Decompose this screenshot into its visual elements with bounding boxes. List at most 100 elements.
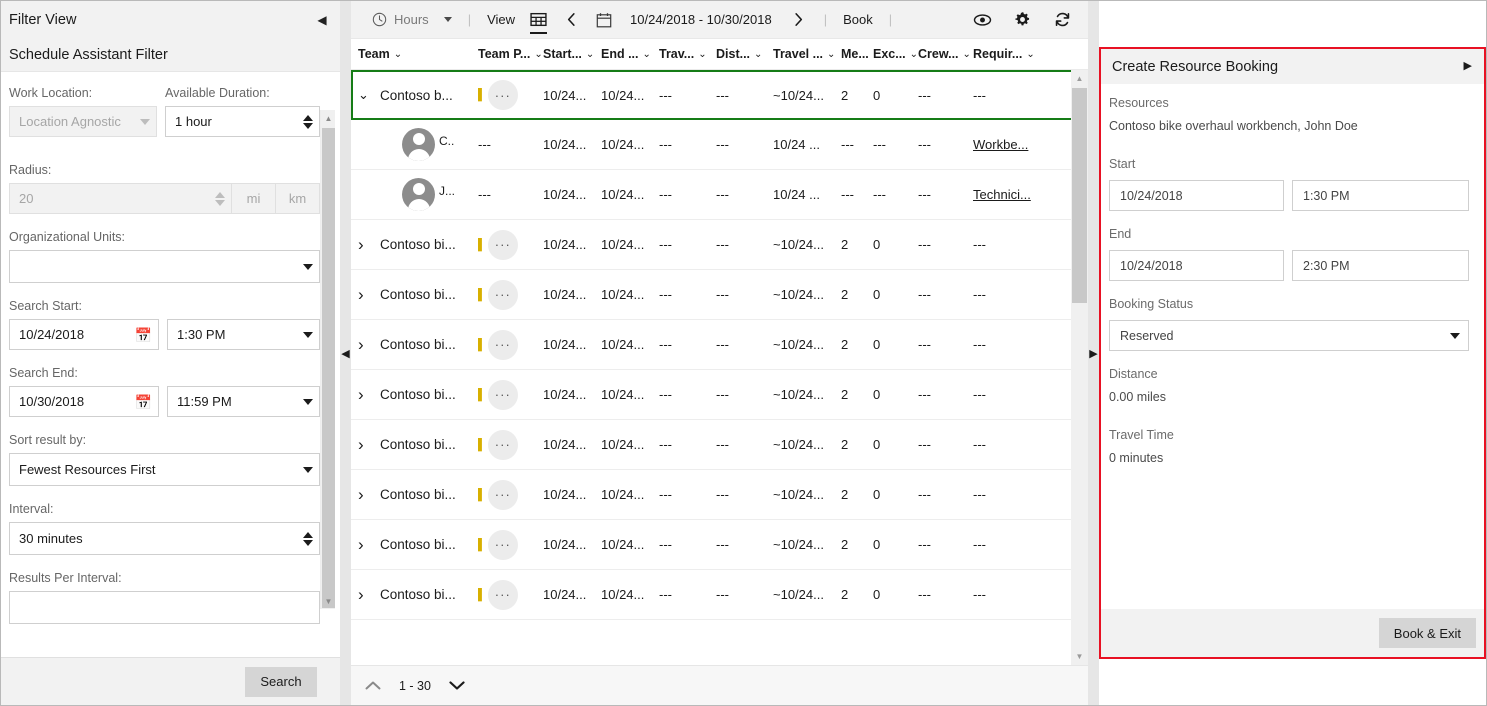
gear-icon[interactable]: [1002, 1, 1042, 39]
table-row[interactable]: › Contoso bi... ▌ ··· 10/24... 10/24... --- ---…: [351, 220, 1088, 270]
column-header-start[interactable]: Start... ⌄: [543, 47, 601, 61]
table-row-child[interactable]: C.. --- 10/24... 10/24... --- --- 10/24 …: [351, 120, 1088, 170]
cell-requirements-link[interactable]: Workbe...: [973, 137, 1033, 152]
table-scrollbar[interactable]: ▲ ▼: [1071, 70, 1088, 665]
scroll-up-icon[interactable]: ▲: [321, 110, 336, 126]
chevron-right-icon[interactable]: ›: [358, 235, 380, 255]
booking-start-date-input[interactable]: 10/24/2018: [1109, 180, 1284, 211]
chevron-right-icon[interactable]: ▶: [1464, 61, 1472, 72]
stepper-arrows-icon[interactable]: [303, 531, 313, 546]
calendar-icon[interactable]: 📅: [135, 395, 152, 409]
chevron-right-icon[interactable]: ›: [358, 485, 380, 505]
search-start-time-select[interactable]: 1:30 PM: [167, 319, 320, 350]
refresh-icon[interactable]: [1042, 1, 1082, 39]
eye-icon[interactable]: [962, 1, 1002, 39]
chevron-right-icon[interactable]: ›: [358, 585, 380, 605]
chevron-down-icon[interactable]: [449, 680, 465, 691]
table-row[interactable]: › Contoso bi... ▌ ··· 10/24... 10/24... --- ---…: [351, 270, 1088, 320]
book-and-exit-button[interactable]: Book & Exit: [1378, 618, 1476, 648]
column-header-team-preferred[interactable]: Team P... ⌄: [478, 47, 543, 61]
table-row-child[interactable]: J... --- 10/24... 10/24... --- --- 10/24…: [351, 170, 1088, 220]
booking-status-select[interactable]: Reserved: [1109, 320, 1469, 351]
column-header-exceptions[interactable]: Exc... ⌄: [873, 47, 918, 61]
work-location-group: Work Location: Location Agnostic: [9, 86, 157, 137]
booking-end-time-input[interactable]: 2:30 PM: [1292, 250, 1469, 281]
next-period-button[interactable]: [782, 1, 815, 39]
booking-end-date-input[interactable]: 10/24/2018: [1109, 250, 1284, 281]
chevron-down-icon[interactable]: ⌄: [358, 87, 380, 103]
hours-selector[interactable]: Hours: [365, 1, 459, 39]
book-button[interactable]: Book: [836, 1, 880, 39]
table-row[interactable]: › Contoso bi... ▌ ··· 10/24... 10/24... --- ---…: [351, 370, 1088, 420]
cell-start: 10/24...: [543, 337, 587, 352]
available-duration-stepper[interactable]: 1 hour: [165, 106, 320, 137]
chevron-right-icon[interactable]: ›: [358, 335, 380, 355]
interval-stepper[interactable]: 30 minutes: [9, 522, 320, 555]
ellipsis-icon[interactable]: ···: [487, 579, 518, 610]
search-end-time-select[interactable]: 11:59 PM: [167, 386, 320, 417]
date-range-label[interactable]: 10/24/2018 - 10/30/2018: [620, 1, 782, 39]
prev-period-button[interactable]: [555, 1, 588, 39]
ellipsis-icon[interactable]: ···: [487, 229, 518, 260]
chevron-left-icon[interactable]: ◀: [340, 345, 351, 363]
chevron-up-icon[interactable]: [365, 680, 381, 691]
column-header-team[interactable]: Team ⌄: [358, 47, 478, 61]
chevron-right-icon[interactable]: ▶: [1088, 345, 1099, 363]
sort-result-select[interactable]: Fewest Resources First: [9, 453, 320, 486]
results-per-interval-input[interactable]: [9, 591, 320, 624]
cell-requirements-link[interactable]: Technici...: [973, 187, 1033, 202]
scrollbar-thumb[interactable]: [322, 128, 335, 608]
search-end-label: Search End:: [9, 366, 78, 380]
chevron-right-icon[interactable]: ›: [358, 285, 380, 305]
table-row[interactable]: › Contoso bi... ▌ ··· 10/24... 10/24... --- ---…: [351, 420, 1088, 470]
booking-start-time-input[interactable]: 1:30 PM: [1292, 180, 1469, 211]
ellipsis-icon[interactable]: ···: [487, 80, 518, 110]
scrollbar-thumb[interactable]: [1072, 88, 1087, 303]
stepper-arrows-icon[interactable]: [215, 191, 225, 206]
column-header-requirements[interactable]: Requir...⌄: [973, 47, 1033, 61]
cell-crew: ---: [918, 537, 931, 552]
table-row-selected[interactable]: ⌄ Contoso b... ▌ ··· 10/24... 10/24... -…: [351, 70, 1088, 120]
ellipsis-icon[interactable]: ···: [487, 379, 518, 410]
scroll-down-icon[interactable]: ▼: [321, 593, 336, 609]
ellipsis-icon[interactable]: ···: [487, 479, 518, 510]
table-body: ⌄ Contoso b... ▌ ··· 10/24... 10/24... -…: [351, 70, 1088, 665]
column-header-travel[interactable]: Trav... ⌄: [659, 47, 716, 61]
column-header-distance[interactable]: Dist... ⌄: [716, 47, 773, 61]
view-label[interactable]: View: [480, 1, 522, 39]
column-header-travel-time[interactable]: Travel ... ⌄: [773, 47, 841, 61]
chevron-right-icon[interactable]: ›: [358, 385, 380, 405]
right-panel-divider[interactable]: ▶: [1088, 1, 1099, 705]
unit-km-button[interactable]: km: [276, 183, 320, 214]
work-location-select[interactable]: Location Agnostic: [9, 106, 157, 137]
organizational-units-select[interactable]: [9, 250, 320, 283]
chevron-right-icon[interactable]: ›: [358, 535, 380, 555]
ellipsis-icon[interactable]: ···: [487, 429, 518, 460]
grid-view-icon[interactable]: [522, 1, 555, 39]
radius-input[interactable]: 20: [9, 183, 232, 214]
table-row[interactable]: › Contoso bi... ▌ ··· 10/24... 10/24... --- ---…: [351, 470, 1088, 520]
table-row[interactable]: › Contoso bi... ▌ ··· 10/24... 10/24... --- ---…: [351, 520, 1088, 570]
ellipsis-icon[interactable]: ···: [487, 279, 518, 310]
column-header-members[interactable]: Me...⌄: [841, 47, 873, 61]
search-start-date-input[interactable]: 10/24/2018 📅: [9, 319, 159, 350]
cell-team: Contoso bi...: [380, 587, 456, 602]
calendar-picker-button[interactable]: [588, 1, 620, 39]
search-end-date-input[interactable]: 10/30/2018 📅: [9, 386, 159, 417]
unit-mi-button[interactable]: mi: [232, 183, 276, 214]
chevron-left-icon[interactable]: ◀: [314, 12, 330, 28]
calendar-icon[interactable]: 📅: [135, 328, 152, 342]
ellipsis-icon[interactable]: ···: [487, 329, 518, 360]
filter-panel-scrollbar[interactable]: ▲ ▼: [320, 110, 335, 609]
table-row[interactable]: › Contoso bi... ▌ ··· 10/24... 10/24... --- ---…: [351, 570, 1088, 620]
table-row[interactable]: › Contoso bi... ▌ ··· 10/24... 10/24... --- ---…: [351, 320, 1088, 370]
column-header-end[interactable]: End ... ⌄: [601, 47, 659, 61]
stepper-arrows-icon[interactable]: [303, 114, 313, 129]
ellipsis-icon[interactable]: ···: [487, 529, 518, 560]
scroll-up-icon[interactable]: ▲: [1071, 70, 1088, 87]
chevron-right-icon[interactable]: ›: [358, 435, 380, 455]
scroll-down-icon[interactable]: ▼: [1071, 648, 1088, 665]
left-panel-divider[interactable]: ◀: [340, 1, 351, 705]
search-button[interactable]: Search: [245, 666, 317, 697]
column-header-crew[interactable]: Crew... ⌄: [918, 47, 973, 61]
